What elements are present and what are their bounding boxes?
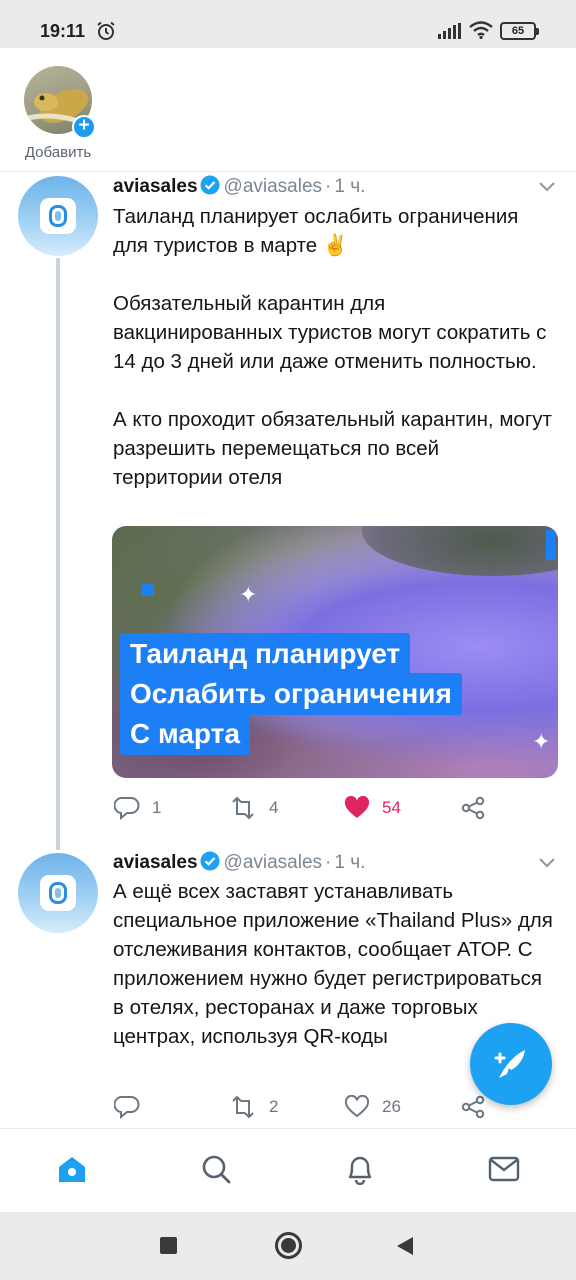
add-fleet-label: Добавить [24, 144, 92, 161]
tweet-paragraph: А ещё всех заставят устанавливать специа… [113, 880, 553, 1048]
verified-icon [200, 851, 220, 871]
heart-icon [344, 796, 370, 818]
tweet-paragraph: А кто проходит обязательный карантин, мо… [113, 408, 552, 489]
share-icon [461, 1095, 485, 1119]
status-bar: 19:11 65 [0, 0, 576, 48]
recent-apps-button[interactable] [160, 1237, 177, 1254]
alarm-icon [97, 21, 115, 40]
wifi-icon [469, 21, 493, 39]
media-banner-line: Ослабить ограничения [120, 673, 462, 715]
heart-outline-icon [344, 1095, 370, 1118]
sparkle-icon: ✦ [239, 582, 258, 607]
aviasales-logo [40, 875, 76, 911]
like-button[interactable]: 26 [344, 1093, 401, 1121]
fleets-bar: + Добавить [0, 48, 576, 172]
retweet-icon [232, 796, 254, 820]
tweet-avatar[interactable] [18, 176, 98, 256]
reply-icon [114, 1095, 140, 1119]
tweet-text: Таиланд планирует ослабить ограничения д… [113, 202, 553, 492]
tweet-time: 1 ч. [334, 176, 366, 197]
compose-feather-icon [494, 1050, 525, 1078]
verified-icon [200, 175, 220, 195]
share-icon [461, 796, 485, 820]
separator: · [325, 852, 332, 873]
retweet-button[interactable]: 4 [229, 794, 278, 822]
home-button[interactable] [275, 1232, 302, 1259]
aviasales-logo [40, 198, 76, 234]
battery-icon: 65 [500, 22, 539, 40]
nav-home[interactable] [54, 1151, 90, 1187]
back-button[interactable] [397, 1237, 413, 1255]
author-name[interactable]: aviasales [113, 176, 198, 197]
reply-icon [114, 796, 140, 820]
messages-icon [488, 1156, 520, 1182]
media-decor [142, 584, 154, 596]
chevron-down-icon[interactable] [538, 181, 556, 193]
bottom-navigation [0, 1128, 576, 1212]
tweet-paragraph: Обязательный карантин для вакцинированны… [113, 292, 547, 373]
reply-button[interactable]: 1 [114, 794, 161, 822]
reply-button[interactable] [114, 1093, 152, 1121]
tweet-text: А ещё всех заставят устанавливать специа… [113, 877, 553, 1051]
retweet-count: 2 [269, 1097, 279, 1116]
author-name[interactable]: aviasales [113, 852, 198, 873]
retweet-icon [232, 1095, 254, 1119]
share-button[interactable] [460, 1093, 486, 1121]
system-navigation-bar [0, 1212, 576, 1280]
like-button[interactable]: 54 [344, 794, 401, 822]
tweet-actions: 1 4 54 [112, 794, 552, 822]
tweet-media[interactable]: ✦ ✦ Таиланд планирует Ослабить ограничен… [112, 526, 558, 778]
like-count: 54 [382, 798, 401, 817]
chevron-down-icon[interactable] [538, 857, 556, 869]
retweet-count: 4 [269, 798, 279, 817]
media-banner-line: Таиланд планирует [120, 633, 411, 675]
tweet-avatar[interactable] [18, 853, 98, 933]
separator: · [325, 176, 332, 197]
share-button[interactable] [460, 794, 486, 822]
add-fleet-button[interactable]: + [72, 115, 96, 139]
tweet-paragraph: Таиланд планирует ослабить ограничения д… [113, 205, 519, 257]
nav-messages[interactable] [486, 1151, 522, 1187]
signal-icon [438, 23, 461, 39]
like-count: 26 [382, 1097, 401, 1116]
search-icon [202, 1155, 231, 1184]
retweet-button[interactable]: 2 [229, 1093, 278, 1121]
author-handle: @aviasales [223, 852, 323, 873]
sparkle-icon: ✦ [532, 729, 551, 754]
media-decor [546, 530, 556, 560]
reply-count: 1 [152, 798, 162, 817]
home-icon [59, 1157, 85, 1182]
media-banner-line: С марта [120, 713, 250, 755]
tweet-time: 1 ч. [334, 852, 366, 873]
thread-line [56, 258, 60, 850]
nav-search[interactable] [198, 1151, 234, 1187]
tweet-header: aviasales @aviasales · 1 ч. [113, 175, 365, 199]
compose-tweet-button[interactable] [470, 1023, 552, 1105]
nav-notifications[interactable] [342, 1151, 378, 1187]
notifications-icon [348, 1156, 372, 1185]
author-handle: @aviasales [223, 176, 323, 197]
tweet-header: aviasales @aviasales · 1 ч. [113, 851, 365, 875]
status-time: 19:11 [40, 21, 86, 41]
